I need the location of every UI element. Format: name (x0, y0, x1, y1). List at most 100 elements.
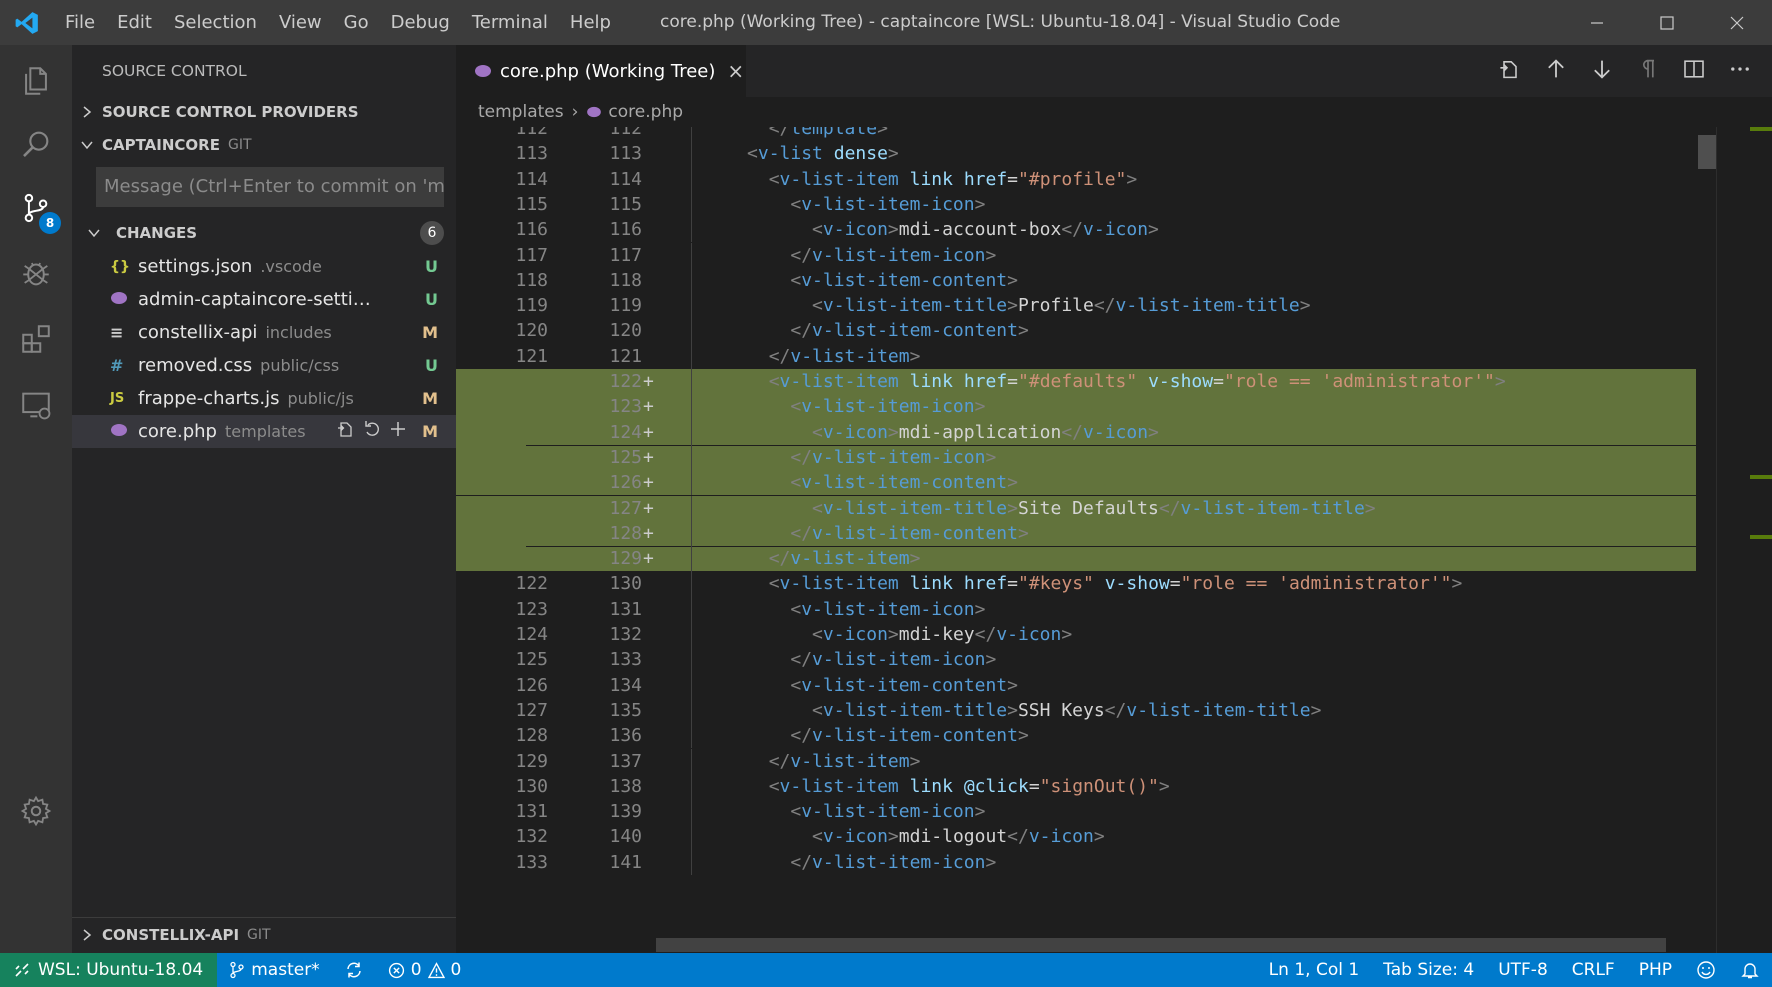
open-file-button[interactable] (336, 419, 356, 444)
notifications-button[interactable] (1728, 953, 1772, 987)
code-line[interactable]: 116 116 <v-icon>mdi-account-box</v-icon> (456, 217, 1696, 243)
code-line[interactable]: 124 + <v-icon>mdi-application</v-icon> (456, 419, 1696, 445)
code-line[interactable]: 126 + <v-list-item-content> (456, 470, 1696, 496)
file-status: M (422, 422, 438, 441)
code-line[interactable]: 122 130 <v-list-item link href="#keys" v-… (456, 571, 1696, 597)
code-line[interactable]: 120 120 </v-list-item-content> (456, 318, 1696, 344)
extensions-icon (22, 325, 50, 353)
code-line[interactable]: 113 113 <v-list dense> (456, 141, 1696, 167)
code-line[interactable]: 123 131 <v-list-item-icon> (456, 596, 1696, 622)
modified-line-number: 136 (609, 725, 642, 747)
tab-core-php[interactable]: core.php (Working Tree) × (456, 45, 746, 97)
explorer-button[interactable] (0, 45, 72, 117)
remote-indicator[interactable]: WSL: Ubuntu-18.04 (0, 953, 218, 987)
list-item[interactable]: ≡ constellix-api includes M (72, 316, 456, 349)
line-ending[interactable]: CRLF (1560, 953, 1627, 987)
code-line[interactable]: 125 133 </v-list-item-icon> (456, 647, 1696, 673)
menu-go[interactable]: Go (333, 0, 380, 45)
next-change-button[interactable] (1590, 57, 1614, 86)
repo-label: CAPTAINCORE (102, 135, 220, 154)
code-line[interactable]: 125 + </v-list-item-icon> (456, 444, 1696, 471)
toggle-whitespace-button[interactable] (1636, 57, 1660, 86)
code-line[interactable]: 119 119 <v-list-item-title>Profile</v-lis… (456, 293, 1696, 319)
code-line[interactable]: 128 + </v-list-item-content> (456, 520, 1696, 547)
code-line[interactable]: 122 + <v-list-item link href="#defaults" … (456, 369, 1696, 395)
menu-selection[interactable]: Selection (163, 0, 268, 45)
feedback-button[interactable] (1684, 953, 1728, 987)
js-file-icon: JS (110, 391, 125, 406)
minimize-button[interactable] (1562, 0, 1632, 45)
tab-size[interactable]: Tab Size: 4 (1371, 953, 1486, 987)
code-line[interactable]: 121 121 </v-list-item> (456, 343, 1696, 369)
scrollbar-thumb[interactable] (1698, 135, 1716, 169)
list-item[interactable]: {} settings.json .vscode U (72, 250, 456, 283)
code-line[interactable]: 131 139 <v-list-item-icon> (456, 799, 1696, 825)
menu-help[interactable]: Help (559, 0, 622, 45)
menu-view[interactable]: View (268, 0, 333, 45)
code-line[interactable]: 130 138 <v-list-item link @click="signOut… (456, 773, 1696, 800)
search-button[interactable] (0, 108, 72, 180)
code-line[interactable]: 124 132 <v-icon>mdi-key</v-icon> (456, 622, 1696, 648)
code-line[interactable]: 128 136 </v-list-item-content> (456, 723, 1696, 749)
vertical-scrollbar[interactable] (1696, 127, 1716, 953)
branch-indicator[interactable]: master* (217, 953, 331, 987)
cursor-position[interactable]: Ln 1, Col 1 (1257, 953, 1372, 987)
breadcrumb-file[interactable]: core.php (608, 102, 683, 122)
debug-button[interactable] (0, 237, 72, 309)
sync-button[interactable] (332, 953, 376, 987)
code-line[interactable]: 127 + <v-list-item-title>Site Defaults</v… (456, 495, 1696, 521)
open-file-button[interactable] (1498, 57, 1522, 86)
maximize-button[interactable] (1632, 0, 1702, 45)
breadcrumb-folder[interactable]: templates (478, 102, 564, 122)
more-actions-button[interactable] (1728, 57, 1752, 86)
code-view[interactable]: 112 112 </template> 113 113 <v-list dense> 1… (456, 127, 1696, 953)
menu-debug[interactable]: Debug (380, 0, 461, 45)
list-item[interactable]: JS frappe-charts.js public/js M (72, 382, 456, 415)
remote-explorer-icon (22, 392, 51, 420)
remote-explorer-button[interactable] (0, 369, 72, 441)
code-line[interactable]: 126 134 <v-list-item-content> (456, 672, 1696, 698)
source-control-providers-header[interactable]: SOURCE CONTROL PROVIDERS (72, 95, 456, 128)
code-line[interactable]: 117 117 </v-list-item-icon> (456, 242, 1696, 268)
code-line[interactable]: 114 114 <v-list-item link href="#profile"… (456, 166, 1696, 192)
menu-edit[interactable]: Edit (106, 0, 163, 45)
code-line[interactable]: 132 140 <v-icon>mdi-logout</v-icon> (456, 824, 1696, 850)
close-tab-button[interactable]: × (727, 59, 744, 83)
list-item[interactable]: core.php templates M (72, 415, 456, 448)
language-mode[interactable]: PHP (1627, 953, 1684, 987)
horizontal-scrollbar[interactable] (656, 938, 1666, 952)
list-item[interactable]: # removed.css public/css U (72, 349, 456, 382)
branch-label: master* (251, 960, 320, 980)
repo-header[interactable]: CAPTAINCORE GIT (72, 128, 456, 161)
indent-guide (691, 773, 692, 800)
stage-changes-button[interactable] (388, 419, 408, 444)
php-file-icon (110, 291, 138, 309)
menu-terminal[interactable]: Terminal (461, 0, 559, 45)
extensions-button[interactable] (0, 303, 72, 375)
list-item[interactable]: admin-captaincore-settings.php U (72, 283, 456, 316)
constellix-repo-header[interactable]: CONSTELLIX-API GIT (72, 918, 456, 951)
discard-changes-button[interactable] (362, 419, 382, 444)
code-line[interactable]: 115 115 <v-list-item-icon> (456, 191, 1696, 218)
manage-button[interactable] (0, 775, 72, 847)
indent-guide (691, 318, 692, 344)
code-line[interactable]: 129 137 </v-list-item> (456, 748, 1696, 774)
code-line[interactable]: 127 135 <v-list-item-title>SSH Keys</v-li… (456, 697, 1696, 724)
previous-change-button[interactable] (1544, 57, 1568, 86)
commit-message-input[interactable]: Message (Ctrl+Enter to commit on 'master… (96, 167, 444, 207)
encoding[interactable]: UTF-8 (1486, 953, 1560, 987)
sync-icon (346, 962, 361, 978)
close-window-button[interactable] (1702, 0, 1772, 45)
code-line[interactable]: 133 141 </v-list-item-icon> (456, 849, 1696, 875)
source-control-button[interactable]: 8 (0, 172, 72, 244)
code-line[interactable]: 112 112 </template> (456, 127, 1696, 142)
code-line[interactable]: 129 + </v-list-item> (456, 546, 1696, 572)
problems-indicator[interactable]: 0 0 (376, 953, 474, 987)
original-line-number: 123 (515, 598, 548, 620)
menu-file[interactable]: File (54, 0, 106, 45)
code-line[interactable]: 123 + <v-list-item-icon> (456, 394, 1696, 420)
file-actions (336, 415, 408, 448)
code-line[interactable]: 118 118 <v-list-item-content> (456, 267, 1696, 294)
changes-header[interactable]: CHANGES 6 (72, 215, 456, 250)
split-editor-button[interactable] (1682, 57, 1706, 86)
